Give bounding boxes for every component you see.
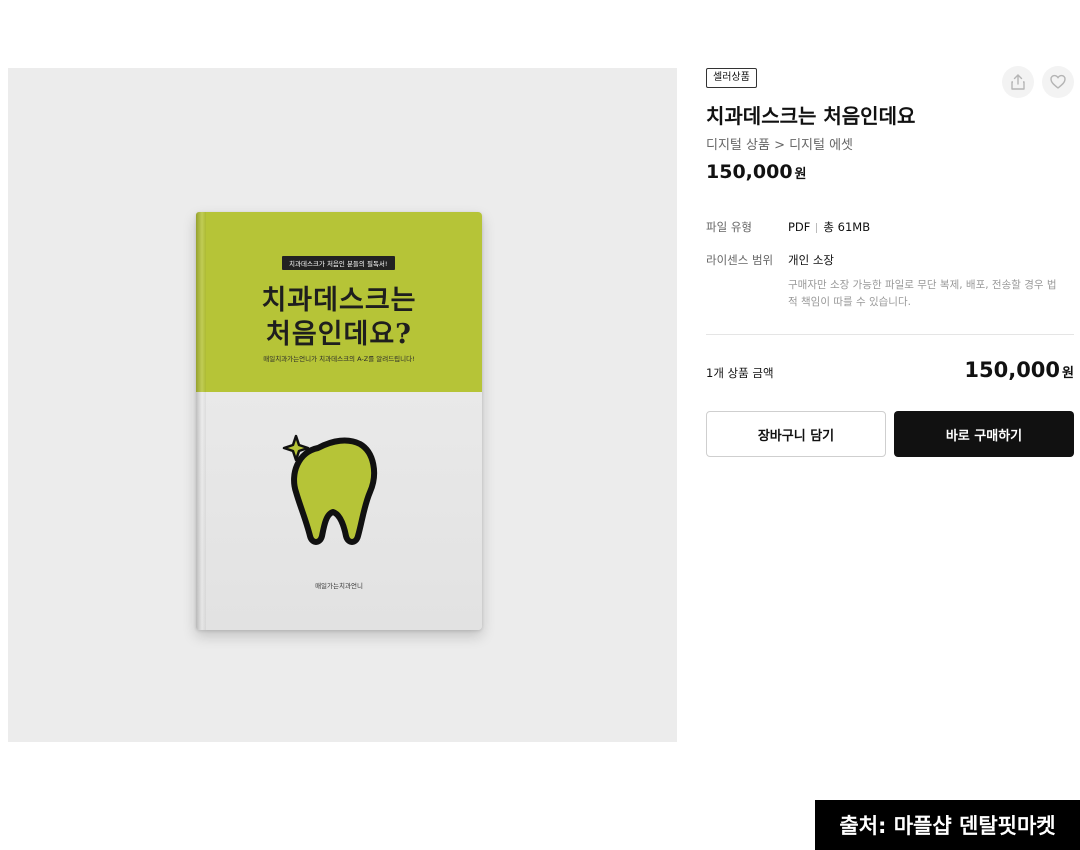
buy-now-button[interactable]: 바로 구매하기 [894, 411, 1074, 457]
spec-separator [816, 222, 818, 233]
add-to-cart-button[interactable]: 장바구니 담기 [706, 411, 886, 457]
license-note: 구매자만 소장 가능한 파일로 무단 복제, 배포, 전송할 경우 법적 책임이… [788, 279, 1057, 308]
total-price-unit: 원 [1062, 366, 1074, 381]
total-price: 150,000 원 [964, 358, 1074, 382]
share-button[interactable] [1002, 66, 1034, 98]
file-type-label: 파일 유형 [706, 220, 752, 234]
book-title-line2: 처음인데요? [265, 319, 413, 350]
seller-badge: 셀러상품 [706, 68, 757, 88]
divider [706, 334, 1074, 335]
product-price: 150,000 원 [706, 161, 807, 183]
file-type-value: PDF 총 61MB [788, 219, 870, 235]
file-size: 총 61MB [823, 220, 871, 234]
heart-icon [1050, 74, 1066, 89]
total-price-value: 150,000 [964, 358, 1061, 382]
tooth-icon [282, 434, 378, 545]
book-tagline: 치과데스크가 처음인 분들의 필독서! [282, 256, 395, 270]
price-value: 150,000 [706, 161, 793, 183]
breadcrumb[interactable]: 디지털 상품 > 디지털 에셋 [706, 134, 853, 153]
product-title: 치과데스크는 처음인데요 [706, 104, 916, 128]
share-icon [1011, 74, 1025, 90]
license-label: 라이센스 범위 [706, 253, 774, 267]
like-button[interactable] [1042, 66, 1074, 98]
source-caption: 출처: 마플샵 덴탈핏마켓 [815, 800, 1080, 850]
price-unit: 원 [794, 167, 807, 182]
book-spine [196, 212, 206, 630]
license-value: 개인 소장 [788, 253, 834, 267]
file-format: PDF [788, 220, 811, 234]
total-label: 1개 상품 금액 [706, 366, 774, 380]
product-image-panel: 치과데스크가 처음인 분들의 필독서! 치과데스크는 처음인데요? 매일치과가는… [8, 68, 677, 742]
book-subtitle: 매일치과가는언니가 치과데스크의 A-Z를 알려드립니다! [263, 355, 415, 363]
book-author: 매일가는치과언니 [315, 582, 363, 590]
book-cover: 치과데스크가 처음인 분들의 필독서! 치과데스크는 처음인데요? 매일치과가는… [196, 212, 482, 630]
